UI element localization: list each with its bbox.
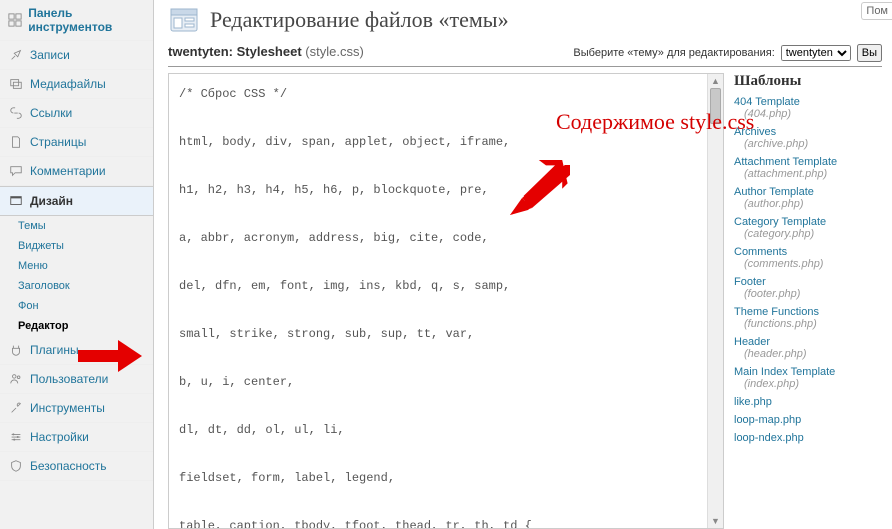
admin-sidebar: Панель инструментов Записи Медиафайлы Сс… [0, 0, 154, 529]
template-link[interactable]: Category Template [734, 216, 882, 228]
appearance-icon [8, 193, 24, 209]
main-content: Пом Редактирование файлов «темы» twentyt… [154, 0, 892, 529]
sidebar-users[interactable]: Пользователи [0, 365, 153, 394]
template-link[interactable]: 404 Template [734, 96, 882, 108]
theme-select-button[interactable]: Вы [857, 44, 882, 62]
sidebar-pages[interactable]: Страницы [0, 128, 153, 157]
sidebar-label: Медиафайлы [30, 77, 106, 91]
link-icon [8, 105, 24, 121]
pin-icon [8, 47, 24, 63]
sidebar-sub-themes[interactable]: Темы [0, 216, 153, 236]
template-filename: (functions.php) [734, 318, 882, 330]
users-icon [8, 371, 24, 387]
sidebar-sub-header[interactable]: Заголовок [0, 276, 153, 296]
template-link[interactable]: loop-ndex.php [734, 432, 882, 444]
sidebar-label: Пользователи [30, 372, 108, 386]
help-button[interactable]: Пом [861, 2, 892, 20]
page-icon [8, 134, 24, 150]
plugin-icon [8, 342, 24, 358]
code-editor[interactable] [169, 74, 707, 528]
page-title: Редактирование файлов «темы» [210, 7, 509, 33]
sidebar-label: Настройки [30, 430, 89, 444]
template-link[interactable]: Footer [734, 276, 882, 288]
theme-editor-icon [168, 4, 200, 36]
dashboard-icon [8, 12, 22, 28]
sidebar-comments[interactable]: Комментарии [0, 157, 153, 186]
template-link[interactable]: like.php [734, 396, 882, 408]
template-filename: (archive.php) [734, 138, 882, 150]
tools-icon [8, 400, 24, 416]
shield-icon [8, 458, 24, 474]
file-theme: twentyten: [168, 44, 233, 59]
template-filename: (comments.php) [734, 258, 882, 270]
sidebar-label: Записи [30, 48, 70, 62]
template-filename: (author.php) [734, 198, 882, 210]
scroll-thumb[interactable] [710, 88, 721, 124]
sidebar-sub-editor[interactable]: Редактор [0, 316, 153, 336]
template-filename: (footer.php) [734, 288, 882, 300]
sidebar-plugins[interactable]: Плагины [0, 336, 153, 365]
sidebar-label: Комментарии [30, 164, 106, 178]
template-link[interactable]: Attachment Template [734, 156, 882, 168]
scroll-down-icon[interactable]: ▼ [708, 514, 723, 528]
current-file-label: twentyten: Stylesheet (style.css) [168, 44, 364, 59]
sidebar-dashboard[interactable]: Панель инструментов [0, 0, 153, 41]
sidebar-media[interactable]: Медиафайлы [0, 70, 153, 99]
template-link[interactable]: Main Index Template [734, 366, 882, 378]
template-link[interactable]: loop-map.php [734, 414, 882, 426]
template-filename: (index.php) [734, 378, 882, 390]
file-name: (style.css) [305, 44, 364, 59]
templates-heading: Шаблоны [734, 73, 882, 90]
template-link[interactable]: Comments [734, 246, 882, 258]
sidebar-label: Безопасность [30, 459, 107, 473]
template-link[interactable]: Author Template [734, 186, 882, 198]
editor-scrollbar[interactable]: ▲ ▼ [707, 74, 723, 528]
code-editor-wrap: ▲ ▼ [168, 73, 724, 529]
template-link[interactable]: Theme Functions [734, 306, 882, 318]
media-icon [8, 76, 24, 92]
comment-icon [8, 163, 24, 179]
sidebar-label: Инструменты [30, 401, 105, 415]
sidebar-appearance[interactable]: Дизайн [0, 186, 153, 216]
sidebar-sub-background[interactable]: Фон [0, 296, 153, 316]
file-type: Stylesheet [237, 44, 302, 59]
sidebar-tools[interactable]: Инструменты [0, 394, 153, 423]
sidebar-label: Дизайн [30, 194, 73, 208]
template-filename: (header.php) [734, 348, 882, 360]
template-filename: (category.php) [734, 228, 882, 240]
sidebar-links[interactable]: Ссылки [0, 99, 153, 128]
sidebar-label: Страницы [30, 135, 86, 149]
theme-dropdown[interactable]: twentyten [781, 45, 851, 61]
sidebar-settings[interactable]: Настройки [0, 423, 153, 452]
theme-select-label: Выберите «тему» для редактирования: [573, 47, 774, 59]
template-list: Шаблоны 404 Template(404.php) Archives(ar… [734, 73, 882, 529]
sidebar-posts[interactable]: Записи [0, 41, 153, 70]
theme-selector: Выберите «тему» для редактирования: twen… [573, 44, 882, 62]
template-filename: (attachment.php) [734, 168, 882, 180]
sidebar-label: Ссылки [30, 106, 72, 120]
scroll-up-icon[interactable]: ▲ [708, 74, 723, 88]
sidebar-label: Плагины [30, 343, 79, 357]
sidebar-label: Панель инструментов [28, 6, 145, 34]
sidebar-sub-widgets[interactable]: Виджеты [0, 236, 153, 256]
sidebar-security[interactable]: Безопасность [0, 452, 153, 481]
settings-icon [8, 429, 24, 445]
template-filename: (404.php) [734, 108, 882, 120]
template-link[interactable]: Header [734, 336, 882, 348]
sidebar-sub-menus[interactable]: Меню [0, 256, 153, 276]
template-link[interactable]: Archives [734, 126, 882, 138]
